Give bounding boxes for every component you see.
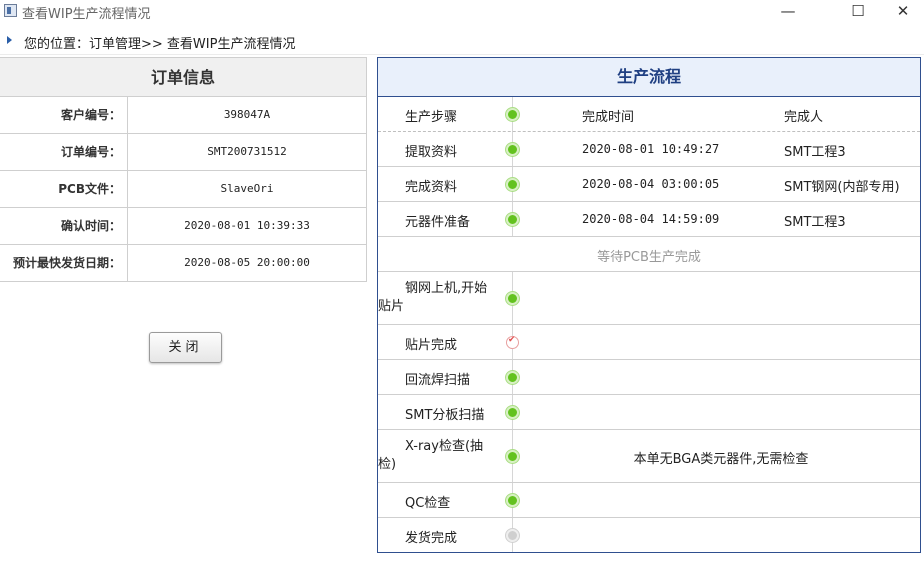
status-dot-icon — [506, 529, 519, 542]
check-icon — [506, 335, 519, 349]
flow-row: 钢网上机,开始贴片 — [378, 272, 920, 325]
status-dot-icon — [506, 143, 519, 156]
flow-row: 元器件准备 2020-08-04 14:59:09 SMT工程3 — [378, 202, 920, 237]
close-button[interactable]: 关闭 — [149, 332, 222, 363]
step-time: 2020-08-04 03:00:05 — [582, 177, 720, 191]
flow-row: X-ray检查(抽检) 本单无BGA类元器件,无需检查 — [378, 430, 920, 483]
order-label: 预计最快发货日期： — [0, 245, 128, 281]
status-dot-icon — [506, 108, 519, 121]
flow-header-row: 生产步骤 完成时间 完成人 — [378, 97, 920, 132]
order-row-pcb-file: PCB文件： SlaveOri — [0, 171, 366, 208]
step-time: 2020-08-04 14:59:09 — [582, 212, 720, 226]
order-value: SlaveOri — [220, 182, 274, 195]
order-label: 订单编号： — [0, 134, 128, 170]
order-row-confirm-time: 确认时间： 2020-08-01 10:39:33 — [0, 208, 366, 245]
status-dot-icon — [506, 494, 519, 507]
window-title: 查看WIP生产流程情况 — [22, 7, 151, 22]
step-name: QC检查 — [405, 496, 451, 511]
step-name: 元器件准备 — [405, 215, 471, 230]
order-label: 客户编号： — [0, 97, 128, 133]
column-header-person: 完成人 — [784, 110, 824, 125]
order-info-heading: 订单信息 — [0, 58, 366, 97]
column-header-step: 生产步骤 — [405, 110, 458, 125]
flow-row: 完成资料 2020-08-04 03:00:05 SMT钢网(内部专用) — [378, 167, 920, 202]
order-value: 398047A — [223, 108, 271, 121]
step-name: 回流焊扫描 — [405, 373, 471, 388]
close-window-button[interactable]: ✕ — [880, 0, 924, 24]
order-row-customer-id: 客户编号： 398047A — [0, 97, 366, 134]
step-name: 完成资料 — [405, 180, 458, 195]
status-dot-icon — [506, 371, 519, 384]
step-name: 提取资料 — [405, 145, 458, 160]
waiting-row: 等待PCB生产完成 — [378, 237, 920, 272]
status-dot-icon — [506, 292, 519, 305]
production-flow-heading: 生产流程 — [378, 58, 920, 97]
status-dot-icon — [506, 406, 519, 419]
caret-right-icon — [7, 36, 12, 44]
order-row-order-id: 订单编号： SMT200731512 — [0, 134, 366, 171]
breadcrumb: 您的位置：订单管理>> 查看WIP生产流程情况 — [0, 30, 924, 52]
status-dot-icon — [506, 213, 519, 226]
order-label: 确认时间： — [0, 208, 128, 244]
order-value: SMT200731512 — [207, 145, 287, 158]
flow-row: 发货完成 — [378, 518, 920, 552]
step-name: 发货完成 — [405, 531, 458, 546]
order-value: 2020-08-05 20:00:00 — [184, 256, 310, 269]
step-name: 钢网上机,开始贴片 — [378, 281, 488, 314]
maximize-button[interactable]: ☐ — [835, 0, 881, 24]
step-person: SMT工程3 — [784, 215, 846, 230]
flow-row: 回流焊扫描 — [378, 360, 920, 395]
status-dot-icon — [506, 450, 519, 463]
flow-row: QC检查 — [378, 483, 920, 518]
flow-row: 贴片完成 — [378, 325, 920, 360]
step-note: 本单无BGA类元器件,无需检查 — [633, 452, 809, 467]
flow-row: 提取资料 2020-08-01 10:49:27 SMT工程3 — [378, 132, 920, 167]
order-label: PCB文件： — [0, 171, 128, 207]
breadcrumb-text: 您的位置：订单管理>> 查看WIP生产流程情况 — [24, 37, 296, 52]
status-dot-icon — [506, 178, 519, 191]
step-time: 2020-08-01 10:49:27 — [582, 142, 720, 156]
order-row-ship-date: 预计最快发货日期： 2020-08-05 20:00:00 — [0, 245, 366, 282]
divider — [0, 54, 924, 55]
step-name: X-ray检查(抽检) — [378, 439, 484, 472]
production-flow-panel: 生产流程 生产步骤 完成时间 完成人 提取资料 2020-08-01 10:49… — [377, 57, 921, 553]
minimize-button[interactable]: — — [765, 0, 811, 24]
order-value: 2020-08-01 10:39:33 — [184, 219, 310, 232]
order-info-panel: 订单信息 客户编号： 398047A 订单编号： SMT200731512 PC… — [0, 57, 367, 282]
column-header-time: 完成时间 — [582, 110, 635, 125]
step-name: SMT分板扫描 — [405, 408, 485, 423]
waiting-text: 等待PCB生产完成 — [597, 250, 701, 265]
app-icon — [4, 4, 17, 17]
step-name: 贴片完成 — [405, 338, 458, 353]
flow-row: SMT分板扫描 — [378, 395, 920, 430]
step-person: SMT工程3 — [784, 145, 846, 160]
step-person: SMT钢网(内部专用) — [784, 180, 900, 195]
title-bar: 查看WIP生产流程情况 — ☐ ✕ — [0, 0, 924, 24]
